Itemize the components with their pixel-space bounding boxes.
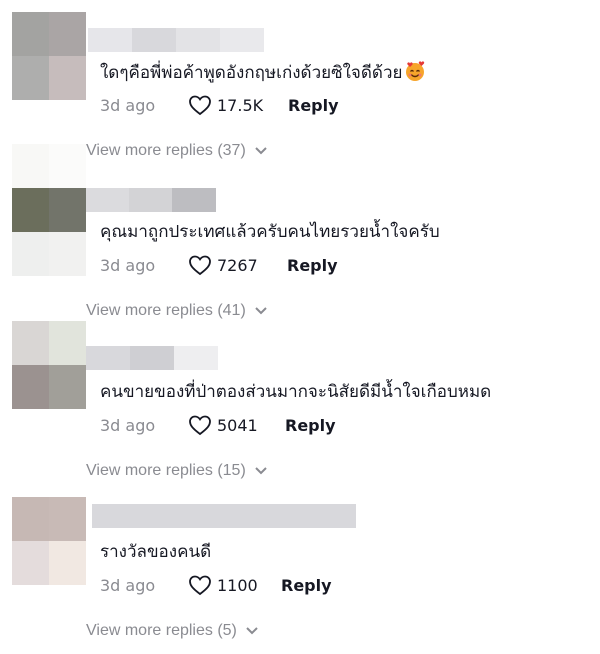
comment-text: รางวัลของคนดี <box>100 542 212 562</box>
chevron-down-icon <box>255 147 267 155</box>
timestamp: 3d ago <box>100 415 156 435</box>
reply-button[interactable]: Reply <box>281 576 332 595</box>
smiling-face-with-hearts-icon <box>406 61 425 81</box>
like-count: 5041 <box>217 415 258 435</box>
like-count: 7267 <box>217 255 258 275</box>
like-count: 1100 <box>217 575 258 595</box>
comment-text: คุณมาถูกประเทศแล้วครับคนไทยรวยน้ำใจครับ <box>100 222 440 242</box>
chevron-down-icon <box>255 467 267 475</box>
like-button[interactable]: 7267 <box>188 254 258 276</box>
comment-meta: 3d ago 17.5K Reply <box>100 93 339 117</box>
view-more-replies-button[interactable]: View more replies (37) <box>86 142 268 160</box>
view-more-replies-button[interactable]: View more replies (41) <box>86 302 268 320</box>
heart-icon <box>189 575 211 596</box>
comment-text: คนขายของที่ป่าตองส่วนมากจะนิสัยดีมีน้ำใจ… <box>100 382 492 402</box>
username-blurred[interactable] <box>86 346 218 370</box>
like-button[interactable]: 1100 <box>188 574 258 596</box>
username-blurred[interactable] <box>92 504 356 528</box>
like-button[interactable]: 17.5K <box>188 94 263 116</box>
view-more-replies-label: View more replies (37) <box>86 142 246 159</box>
view-more-replies-label: View more replies (41) <box>86 302 246 319</box>
chevron-down-icon <box>246 627 258 635</box>
heart-icon <box>189 95 211 116</box>
heart-icon <box>189 255 211 276</box>
reply-button[interactable]: Reply <box>288 96 339 115</box>
avatar[interactable] <box>12 321 86 409</box>
comment-meta: 3d ago 7267 Reply <box>100 253 338 277</box>
reply-button[interactable]: Reply <box>285 416 336 435</box>
heart-icon <box>189 415 211 436</box>
view-more-replies-button[interactable]: View more replies (15) <box>86 462 268 480</box>
avatar-fragment <box>12 144 86 188</box>
like-count: 17.5K <box>217 95 264 115</box>
username-blurred[interactable] <box>88 28 264 52</box>
chevron-down-icon <box>255 307 267 315</box>
comment-meta: 3d ago 1100 Reply <box>100 573 332 597</box>
view-more-replies-label: View more replies (5) <box>86 622 237 639</box>
like-button[interactable]: 5041 <box>188 414 258 436</box>
comment-meta: 3d ago 5041 Reply <box>100 413 336 437</box>
username-blurred[interactable] <box>86 188 216 212</box>
avatar[interactable] <box>12 12 86 100</box>
avatar[interactable] <box>12 497 86 585</box>
view-more-replies-button[interactable]: View more replies (5) <box>86 622 259 640</box>
timestamp: 3d ago <box>100 255 156 275</box>
comment-text: ใดๆคือพี่พ่อค้าพูดอังกฤษเก่งด้วยซิใจดีด้… <box>100 60 426 85</box>
reply-button[interactable]: Reply <box>287 256 338 275</box>
avatar[interactable] <box>12 188 86 276</box>
timestamp: 3d ago <box>100 95 156 115</box>
view-more-replies-label: View more replies (15) <box>86 462 246 479</box>
timestamp: 3d ago <box>100 575 156 595</box>
